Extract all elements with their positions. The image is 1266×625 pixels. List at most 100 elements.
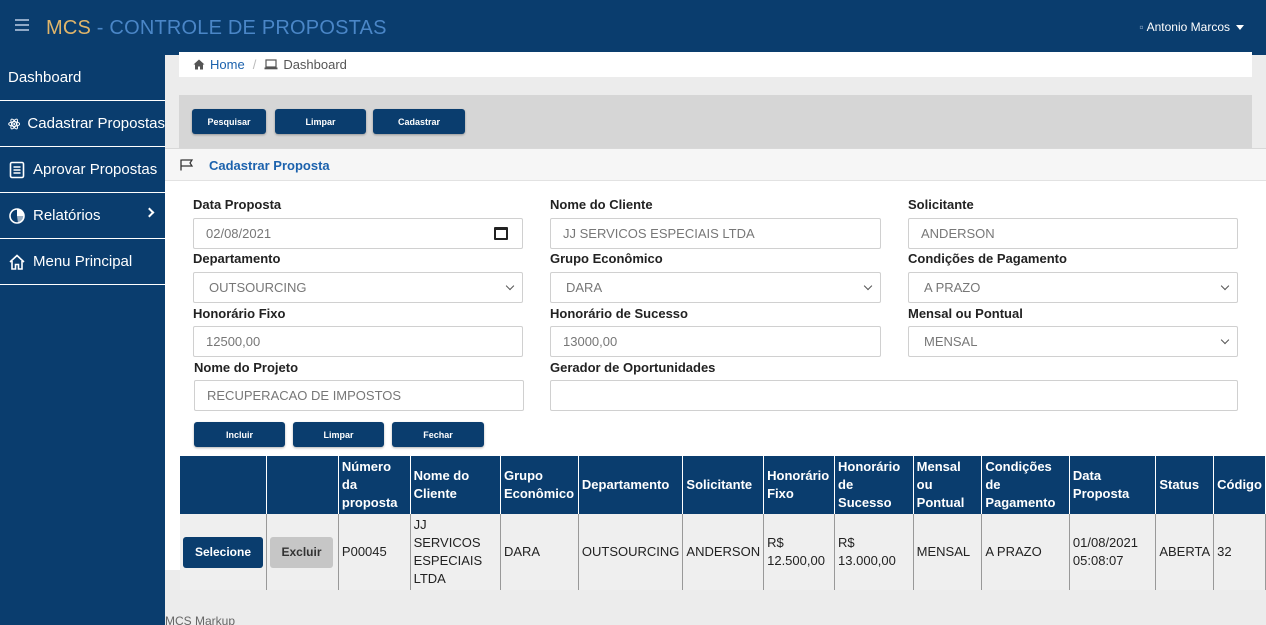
chevron-right-icon	[144, 207, 155, 218]
table-row: Selecione Excluir P00045 JJ SERVICOS ESP…	[180, 514, 1266, 590]
breadcrumb-separator: /	[252, 57, 257, 72]
panel-header: Cadastrar Proposta	[165, 149, 1266, 181]
menu-icon[interactable]	[15, 19, 29, 33]
condicoes-select[interactable]: A PRAZO	[908, 272, 1238, 303]
hon-sucesso-label: Honorário de Sucesso	[550, 306, 688, 321]
hon-fixo-field[interactable]: 12500,00	[193, 326, 523, 357]
chevron-down-icon	[863, 281, 873, 291]
grupo-value: DARA	[566, 280, 603, 295]
solicitante-label: Solicitante	[908, 197, 974, 212]
table-header: Honorário Fixo	[763, 456, 836, 514]
table-header: Condições de Pagamento	[981, 456, 1070, 514]
toolbar: Pesquisar Limpar Cadastrar	[179, 95, 1252, 148]
gerador-field[interactable]	[550, 380, 1238, 411]
document-list-icon	[9, 161, 25, 178]
close-button[interactable]: Fechar	[392, 422, 484, 447]
table-cell: Excluir	[266, 514, 339, 590]
table-header-row: Número da proposta Nome do Cliente Grupo…	[180, 456, 1266, 514]
atom-icon	[8, 118, 21, 129]
home-icon	[193, 59, 205, 70]
laptop-icon	[264, 59, 278, 70]
table-cell: R$ 13.000,00	[834, 514, 914, 590]
sidebar-item-label: Aprovar Propostas	[33, 161, 158, 178]
breadcrumb: Home / Dashboard	[179, 52, 1252, 77]
breadcrumb-current: Dashboard	[283, 57, 347, 72]
calendar-icon[interactable]	[494, 227, 508, 240]
top-bar: MCS - CONTROLE DE PROPOSTAS ▫ Antonio Mar…	[0, 0, 1266, 55]
caret-down-icon	[1236, 25, 1244, 31]
projeto-field[interactable]: RECUPERACAO DE IMPOSTOS	[194, 380, 524, 411]
table-header	[180, 456, 267, 514]
proposals-table: Número da proposta Nome do Cliente Grupo…	[180, 456, 1266, 590]
data-proposta-label: Data Proposta	[193, 197, 282, 212]
clear-button[interactable]: Limpar	[275, 109, 366, 134]
hon-sucesso-field[interactable]: 13000,00	[550, 326, 881, 357]
chevron-down-icon	[1220, 335, 1230, 345]
nome-cliente-label: Nome do Cliente	[550, 197, 653, 212]
delete-button[interactable]: Excluir	[270, 536, 333, 568]
user-name: Antonio Marcos	[1146, 20, 1230, 34]
grupo-label: Grupo Econômico	[550, 251, 663, 266]
solicitante-field[interactable]: ANDERSON	[908, 218, 1238, 249]
table-header: Nome do Cliente	[410, 456, 501, 514]
table-header: Solicitante	[682, 456, 765, 514]
sidebar-item-label: Menu Principal	[33, 253, 133, 270]
table-header: Grupo Econômico	[500, 456, 579, 514]
include-button[interactable]: Incluir	[194, 422, 285, 447]
form-clear-button[interactable]: Limpar	[293, 422, 384, 447]
home-icon	[9, 253, 25, 270]
select-button[interactable]: Selecione	[183, 536, 263, 568]
sidebar-item-label: Dashboard	[8, 69, 82, 86]
table-header	[266, 456, 339, 514]
table-cell: Selecione	[180, 514, 267, 590]
grupo-select[interactable]: DARA	[550, 272, 881, 303]
table-header: Mensal ou Pontual	[913, 456, 983, 514]
table-header: Número da proposta	[338, 456, 411, 514]
table-cell: DARA	[500, 514, 579, 590]
table-header: Honorário de Sucesso	[834, 456, 914, 514]
departamento-select[interactable]: OUTSOURCING	[193, 272, 523, 303]
sidebar-item-dashboard[interactable]: Dashboard	[0, 55, 165, 101]
pie-chart-icon	[9, 207, 25, 224]
breadcrumb-home-link[interactable]: Home	[210, 57, 245, 72]
table-cell: ABERTA	[1155, 514, 1215, 590]
solicitante-value: ANDERSON	[921, 226, 995, 241]
data-proposta-field[interactable]: 02/08/2021	[193, 218, 523, 249]
table-cell: 32	[1213, 514, 1266, 590]
table-cell: 01/08/2021 05:08:07	[1069, 514, 1157, 590]
table-cell: R$ 12.500,00	[763, 514, 836, 590]
register-panel: Cadastrar Proposta Data Proposta 02/08/2…	[165, 148, 1266, 590]
sidebar-item-label: Cadastrar Propostas	[27, 115, 165, 132]
gerador-label: Gerador de Oportunidades	[550, 360, 716, 375]
data-proposta-value: 02/08/2021	[206, 226, 272, 241]
user-dot-icon: ▫	[1139, 20, 1144, 34]
table-cell: OUTSOURCING	[578, 514, 684, 590]
table-cell: JJ SERVICOS ESPECIAIS LTDA	[410, 514, 501, 590]
sidebar-item-label: Relatórios	[33, 207, 101, 224]
table-header: Data Proposta	[1069, 456, 1157, 514]
table-cell: P00045	[338, 514, 411, 590]
mensal-select[interactable]: MENSAL	[908, 326, 1238, 357]
hon-fixo-value: 12500,00	[206, 334, 261, 349]
chevron-down-icon	[505, 281, 515, 291]
table-cell: A PRAZO	[981, 514, 1070, 590]
nome-cliente-value: JJ SERVICOS ESPECIAIS LTDA	[563, 226, 755, 241]
user-menu[interactable]: ▫ Antonio Marcos	[1139, 20, 1244, 34]
panel-title: Cadastrar Proposta	[209, 158, 330, 173]
sidebar-item-aprovar-propostas[interactable]: Aprovar Propostas	[0, 147, 165, 193]
projeto-label: Nome do Projeto	[194, 360, 299, 375]
brand-suffix: - CONTROLE DE PROPOSTAS	[91, 17, 387, 39]
table-header: Departamento	[578, 456, 684, 514]
nome-cliente-field[interactable]: JJ SERVICOS ESPECIAIS LTDA	[550, 218, 881, 249]
sidebar: Dashboard Cadastrar Propostas Aprovar Pr…	[0, 55, 165, 625]
mensal-label: Mensal ou Pontual	[908, 306, 1023, 321]
search-button[interactable]: Pesquisar	[192, 109, 266, 134]
register-button[interactable]: Cadastrar	[373, 109, 465, 134]
sidebar-item-cadastrar-propostas[interactable]: Cadastrar Propostas	[0, 101, 165, 147]
projeto-value: RECUPERACAO DE IMPOSTOS	[207, 388, 402, 403]
hon-fixo-label: Honorário Fixo	[193, 306, 286, 321]
table-header: Código	[1213, 456, 1266, 514]
sidebar-item-menu-principal[interactable]: Menu Principal	[0, 239, 165, 285]
mensal-value: MENSAL	[924, 334, 978, 349]
sidebar-item-relatorios[interactable]: Relatórios	[0, 193, 165, 239]
